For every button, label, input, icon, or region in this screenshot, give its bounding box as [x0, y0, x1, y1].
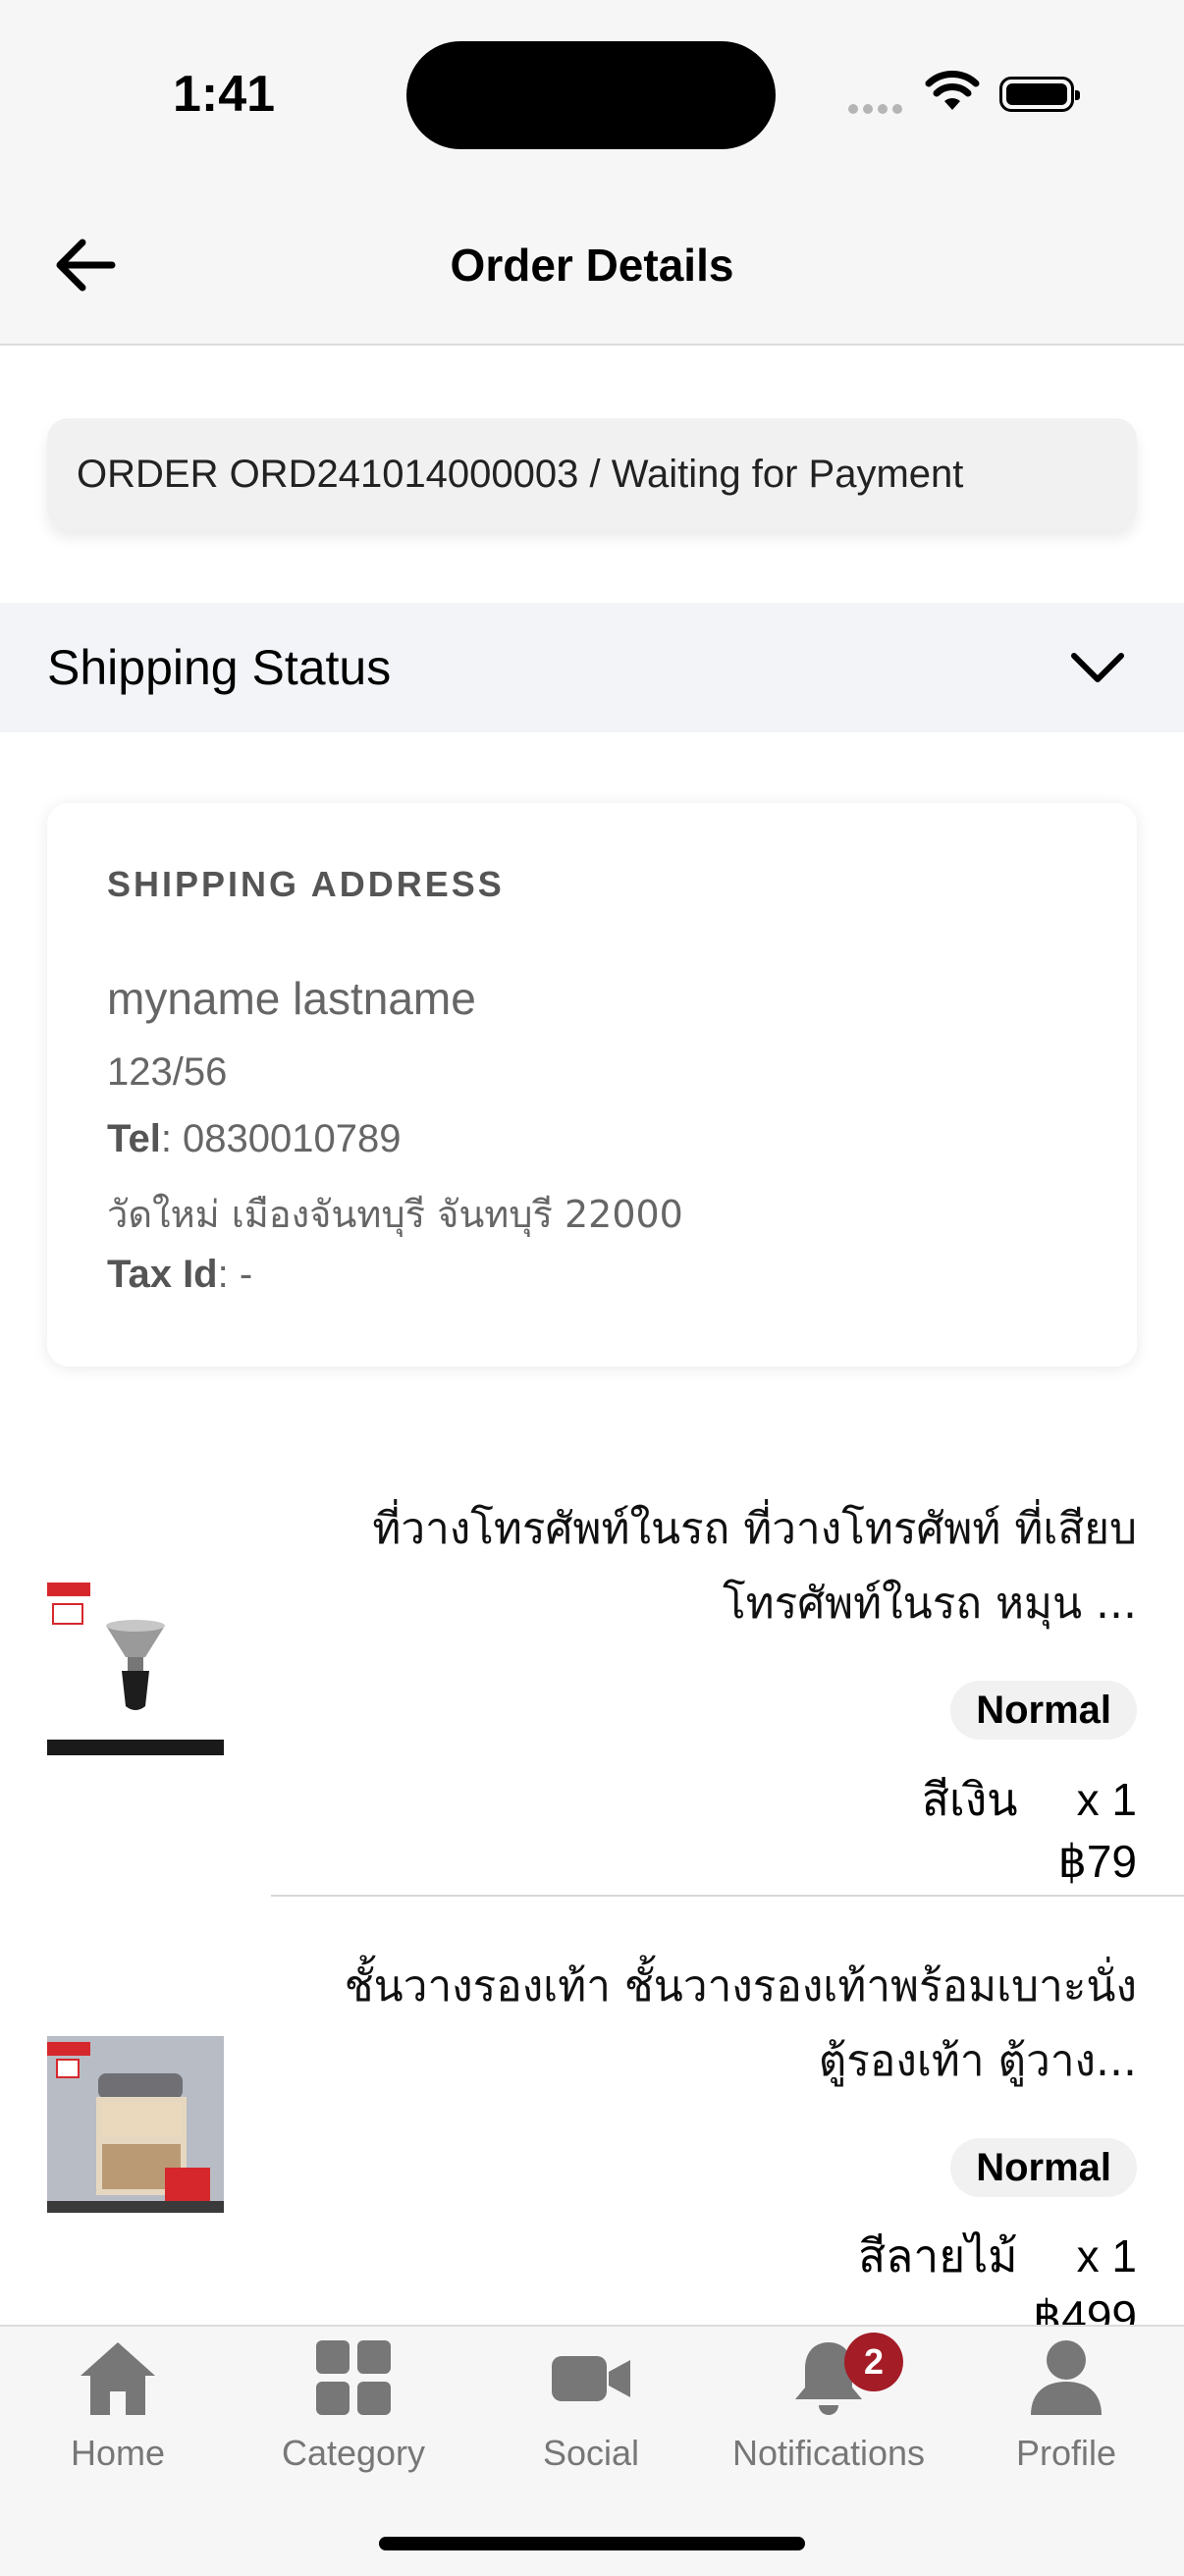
signal-icon	[848, 101, 907, 119]
product-variant-row: สีลายไม้ x 1	[548, 2227, 1137, 2285]
item-divider	[271, 1895, 1184, 1897]
tab-category[interactable]: Category	[236, 2336, 471, 2474]
status-time: 1:41	[173, 66, 276, 123]
grid-icon	[316, 2340, 391, 2415]
person-icon	[1031, 2340, 1102, 2415]
shipping-address-heading: SHIPPING ADDRESS	[107, 864, 505, 904]
product-title-line: ตู้รองเท้า ตู้วาง...	[818, 2036, 1137, 2086]
tab-profile[interactable]: Profile	[948, 2336, 1184, 2474]
tax-id-value: : -	[217, 1253, 253, 1296]
tab-home[interactable]: Home	[0, 2336, 236, 2474]
tab-label: Social	[542, 2433, 640, 2473]
tab-label: Home	[70, 2433, 166, 2473]
wifi-icon	[925, 71, 980, 117]
phone-value: : 0830010789	[160, 1117, 402, 1160]
product-variant: สีเงิน	[921, 1773, 1018, 1826]
tax-id-label: Tax Id	[107, 1253, 218, 1296]
product-title-line: โทรศัพท์ในรถ หมุน ...	[722, 1579, 1137, 1629]
home-indicator	[379, 2537, 805, 2550]
product-title[interactable]: ชั้นวางรองเท้า ชั้นวางรองเท้าพร้อมเบาะนั…	[253, 1950, 1137, 2099]
tab-notifications[interactable]: Notifications	[711, 2336, 946, 2474]
tab-social[interactable]: Social	[473, 2336, 709, 2474]
product-type-badge: Normal	[950, 1681, 1137, 1740]
order-status-text: ORDER ORD241014000003 / Waiting for Paym…	[77, 453, 964, 496]
product-qty: x 1	[1076, 1774, 1137, 1825]
video-icon	[552, 2356, 630, 2401]
product-title-line: ชั้นวางรองเท้า ชั้นวางรองเท้าพร้อมเบาะนั…	[344, 1961, 1137, 2012]
notification-count-badge: 2	[844, 2333, 903, 2391]
product-qty: x 1	[1076, 2230, 1137, 2281]
product-variant: สีลายไม้	[858, 2229, 1018, 2282]
phone-line: Tel: 0830010789	[107, 1117, 402, 1161]
tax-id-line: Tax Id: -	[107, 1253, 252, 1297]
dynamic-island	[406, 41, 776, 149]
page-title: Order Details	[450, 240, 734, 291]
tab-label: Profile	[1015, 2433, 1117, 2473]
product-type-badge: Normal	[950, 2138, 1137, 2197]
product-variant-row: สีเงิน x 1	[548, 1770, 1137, 1829]
home-icon	[81, 2342, 155, 2415]
product-title[interactable]: ที่วางโทรศัพท์ในรถ ที่วางโทรศัพท์ ที่เสี…	[253, 1492, 1137, 1641]
product-price: ฿79	[1057, 1836, 1137, 1887]
product-image-phone-holder[interactable]	[47, 1579, 224, 1755]
recipient-name: myname lastname	[107, 973, 476, 1024]
product-image-shoe-rack[interactable]	[47, 2036, 224, 2213]
phone-label: Tel	[107, 1117, 161, 1160]
tab-label: Notifications	[731, 2433, 926, 2473]
battery-icon	[999, 77, 1080, 112]
shipping-status-label: Shipping Status	[47, 640, 392, 695]
address-area: วัดใหม่ เมืองจันทบุรี จันทบุรี 22000	[107, 1193, 683, 1236]
tab-label: Category	[281, 2433, 426, 2473]
address-line: 123/56	[107, 1050, 228, 1094]
product-title-line: ที่วางโทรศัพท์ในรถ ที่วางโทรศัพท์ ที่เสี…	[372, 1504, 1137, 1554]
chevron-down-icon[interactable]	[1066, 640, 1129, 695]
badge-label: Normal	[950, 1681, 1137, 1740]
badge-label: Normal	[950, 2138, 1137, 2197]
